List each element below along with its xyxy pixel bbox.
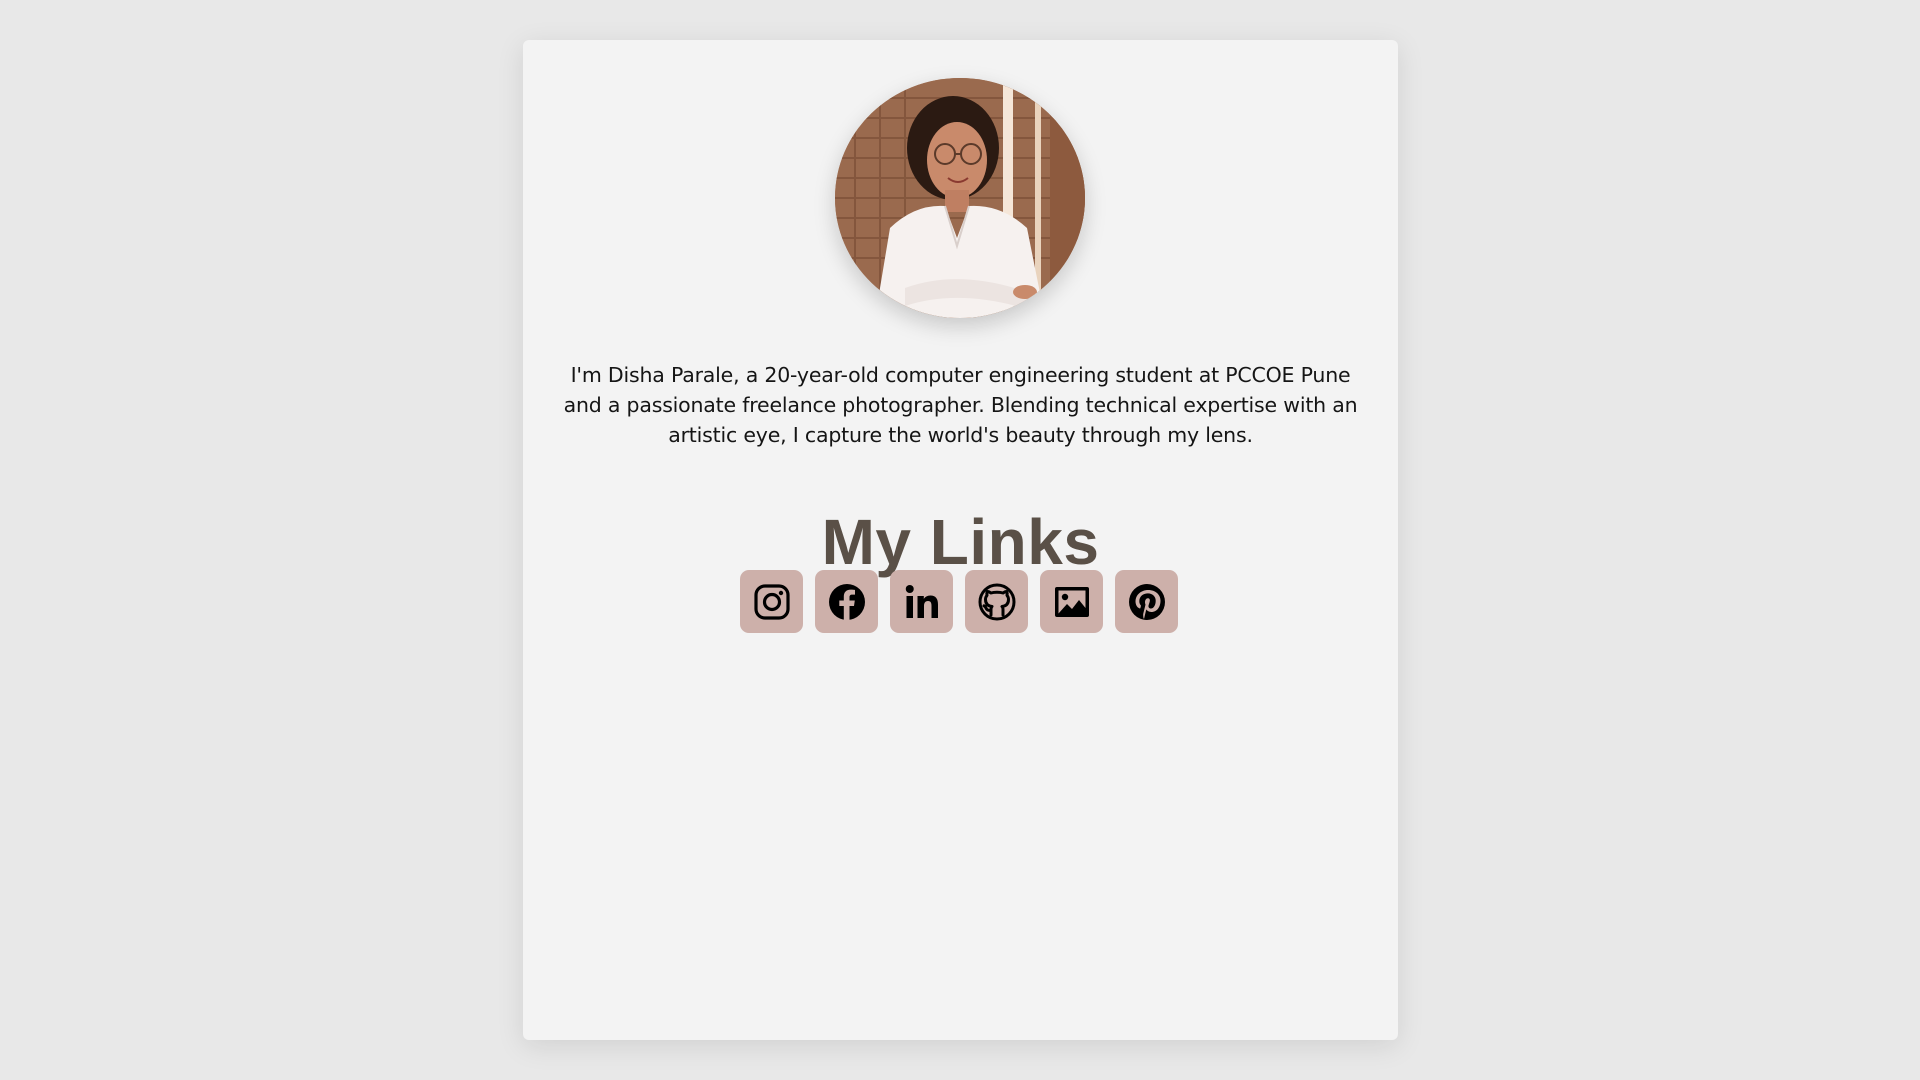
avatar-photo [835, 78, 1085, 318]
github-icon [978, 583, 1015, 620]
pinterest-icon [1128, 583, 1165, 620]
github-link[interactable] [965, 570, 1028, 633]
pinterest-link[interactable] [1115, 570, 1178, 633]
avatar [835, 78, 1085, 318]
bio-text: I'm Disha Parale, a 20-year-old computer… [563, 363, 1358, 447]
linkedin-link[interactable] [890, 570, 953, 633]
image-gallery-icon [1054, 586, 1089, 617]
gallery-link[interactable] [1040, 570, 1103, 633]
linkedin-icon [905, 584, 938, 618]
instagram-link[interactable] [740, 570, 803, 633]
profile-card: I'm Disha Parale, a 20-year-old computer… [523, 40, 1398, 1040]
social-links [740, 570, 1178, 633]
facebook-link[interactable] [815, 570, 878, 633]
facebook-icon [828, 583, 865, 620]
instagram-icon [753, 583, 790, 620]
